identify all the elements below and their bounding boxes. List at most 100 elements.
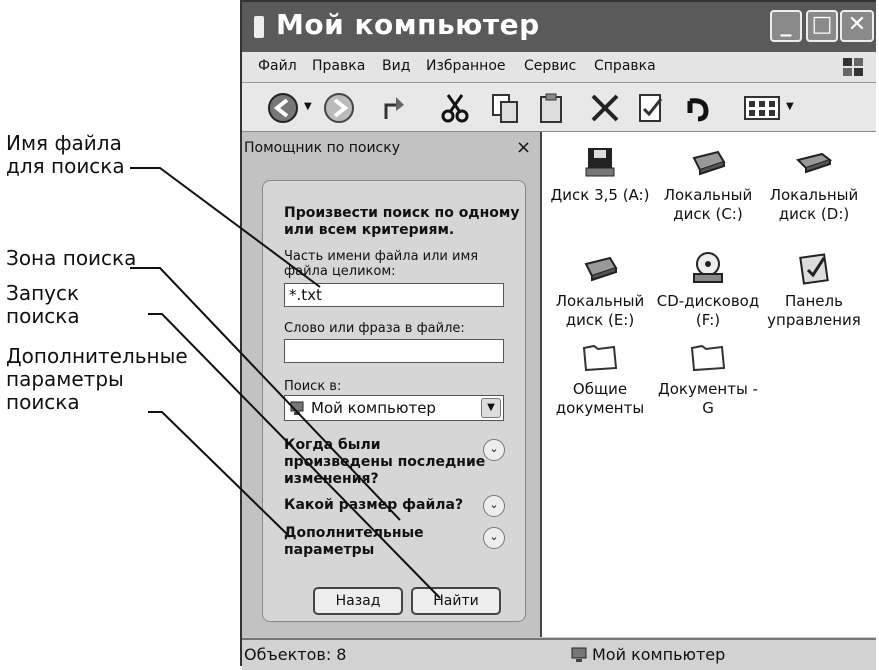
callout-launch-line2: поиска bbox=[6, 304, 80, 328]
criteria-heading-line2: или всем критериям. bbox=[284, 222, 455, 238]
advanced-options-line1: Дополнительные bbox=[284, 525, 424, 541]
paste-icon[interactable] bbox=[534, 91, 568, 125]
find-button[interactable]: Найти bbox=[411, 587, 501, 615]
advanced-options-line2: параметры bbox=[284, 542, 375, 558]
callout-filename: Имя файла для поиска bbox=[6, 132, 125, 178]
folder-icon bbox=[582, 344, 618, 372]
callout-extra-line1: Дополнительные bbox=[6, 344, 188, 368]
control-panel-label-line1: Панель bbox=[785, 292, 843, 310]
back-dropdown-icon[interactable]: ▼ bbox=[304, 101, 312, 112]
shared-documents-label-line1: Общие bbox=[572, 380, 628, 398]
menu-view[interactable]: Вид bbox=[382, 58, 410, 74]
computer-icon bbox=[571, 647, 587, 662]
back-arrow-icon[interactable] bbox=[266, 91, 300, 125]
lookin-dropdown-icon[interactable]: ▼ bbox=[481, 398, 501, 418]
when-modified-expand-icon[interactable]: ⌄ bbox=[483, 439, 505, 461]
copy-icon[interactable] bbox=[488, 91, 522, 125]
status-bar: Объектов: 8 Мой компьютер bbox=[242, 638, 876, 670]
drive-c-label-line2: диск (C:) bbox=[673, 205, 743, 223]
when-modified-line3: изменения? bbox=[284, 471, 379, 487]
maximize-button[interactable]: □ bbox=[806, 10, 838, 42]
hard-drive-icon bbox=[584, 256, 618, 282]
criteria-heading-line1: Произвести поиск по одному bbox=[284, 205, 520, 221]
phrase-input[interactable] bbox=[284, 339, 504, 363]
callout-extra-line3: поиска bbox=[6, 390, 80, 414]
filename-input[interactable]: *.txt bbox=[284, 283, 504, 307]
file-size-expand-icon[interactable]: ⌄ bbox=[483, 495, 505, 517]
search-options-panel: Произвести поиск по одному или всем крит… bbox=[262, 180, 526, 622]
drive-a[interactable]: Диск 3,5 (A:) bbox=[548, 144, 652, 205]
drive-e[interactable]: Локальный диск (E:) bbox=[548, 250, 652, 330]
filename-label: Часть имени файла или имя файла целиком: bbox=[284, 249, 478, 279]
menu-favorites[interactable]: Избранное bbox=[426, 58, 506, 74]
undo-icon[interactable] bbox=[682, 91, 716, 125]
hard-drive-icon bbox=[796, 152, 833, 174]
floppy-drive-icon bbox=[585, 148, 615, 177]
status-location: Мой компьютер bbox=[592, 645, 726, 664]
documents-g-label-line2: G bbox=[702, 399, 714, 417]
search-pane: Помощник по поиску × Произвести поиск по… bbox=[242, 132, 542, 637]
menu-file[interactable]: Файл bbox=[258, 58, 297, 74]
properties-icon[interactable] bbox=[634, 91, 668, 125]
views-dropdown-icon[interactable]: ▼ bbox=[786, 101, 794, 112]
advanced-expand-icon[interactable]: ⌄ bbox=[483, 527, 505, 549]
callout-extra: Дополнительные параметры поиска bbox=[6, 345, 188, 414]
control-panel-icon bbox=[799, 253, 829, 285]
explorer-window: Мой компьютер _ □ ✕ Файл Правка Вид Избр… bbox=[240, 0, 876, 670]
views-icon[interactable] bbox=[742, 91, 782, 125]
cd-drive-icon bbox=[693, 252, 723, 283]
menu-tools[interactable]: Сервис bbox=[524, 58, 576, 74]
documents-g-label-line1: Документы - bbox=[658, 380, 758, 398]
lookin-label: Поиск в: bbox=[284, 379, 342, 394]
phrase-label: Слово или фраза в файле: bbox=[284, 321, 465, 336]
lookin-select[interactable]: Мой компьютер ▼ bbox=[284, 395, 504, 421]
callout-zone: Зона поиска bbox=[6, 246, 137, 270]
window-title: Мой компьютер bbox=[276, 8, 540, 41]
drive-d[interactable]: Локальный диск (D:) bbox=[762, 144, 866, 224]
criteria-heading: Произвести поиск по одному или всем крит… bbox=[284, 205, 519, 239]
callout-filename-line2: для поиска bbox=[6, 154, 125, 178]
shared-documents-label-line2: документы bbox=[555, 399, 645, 417]
drive-e-label-line1: Локальный bbox=[555, 292, 645, 310]
status-object-count: Объектов: 8 bbox=[244, 645, 347, 664]
folder-view: Диск 3,5 (A:) Локальный диск (C:) Локаль… bbox=[542, 132, 876, 637]
advanced-options[interactable]: Дополнительные параметры bbox=[284, 525, 424, 559]
documents-g[interactable]: Документы - G bbox=[656, 338, 760, 418]
windows-flag-icon bbox=[843, 58, 863, 76]
forward-arrow-icon[interactable] bbox=[322, 91, 356, 125]
back-button[interactable]: Назад bbox=[313, 587, 403, 615]
delete-icon[interactable] bbox=[588, 91, 622, 125]
drive-f-label-line2: (F:) bbox=[695, 311, 721, 329]
file-size-option[interactable]: Какой размер файла? bbox=[284, 497, 463, 514]
hard-drive-icon bbox=[692, 150, 726, 176]
when-modified-line2: произведены последние bbox=[284, 454, 486, 470]
control-panel[interactable]: Панель управления bbox=[762, 250, 866, 330]
filename-label-line2: файла целиком: bbox=[284, 264, 396, 279]
menu-help[interactable]: Справка bbox=[594, 58, 656, 74]
control-panel-label-line2: управления bbox=[767, 311, 861, 329]
toolbar: ▼ ▼ bbox=[242, 83, 876, 132]
search-pane-close-icon[interactable]: × bbox=[516, 137, 531, 158]
drive-c-label-line1: Локальный bbox=[663, 186, 753, 204]
menu-bar: Файл Правка Вид Избранное Сервис Справка bbox=[242, 52, 876, 83]
minimize-button[interactable]: _ bbox=[770, 10, 802, 42]
callout-launch-line1: Запуск bbox=[6, 281, 80, 305]
drive-a-label: Диск 3,5 (A:) bbox=[550, 186, 650, 204]
menu-edit[interactable]: Правка bbox=[312, 58, 365, 74]
lookin-value: Мой компьютер bbox=[311, 399, 436, 417]
when-modified-line1: Когда были bbox=[284, 437, 381, 453]
drive-d-label-line1: Локальный bbox=[769, 186, 859, 204]
cut-icon[interactable] bbox=[438, 91, 472, 125]
shared-documents[interactable]: Общие документы bbox=[548, 338, 652, 418]
drive-f-label-line1: CD-дисковод bbox=[656, 292, 760, 310]
up-folder-icon[interactable] bbox=[378, 91, 412, 125]
drive-f[interactable]: CD-дисковод (F:) bbox=[656, 250, 760, 330]
filename-label-line1: Часть имени файла или имя bbox=[284, 249, 479, 264]
title-bar[interactable]: Мой компьютер _ □ ✕ bbox=[242, 2, 876, 52]
drive-c[interactable]: Локальный диск (C:) bbox=[656, 144, 760, 224]
window-icon bbox=[254, 16, 264, 38]
when-modified-option[interactable]: Когда были произведены последние изменен… bbox=[284, 437, 485, 488]
close-button[interactable]: ✕ bbox=[840, 10, 874, 42]
callout-launch: Запуск поиска bbox=[6, 282, 80, 328]
callout-filename-line1: Имя файла bbox=[6, 131, 122, 155]
